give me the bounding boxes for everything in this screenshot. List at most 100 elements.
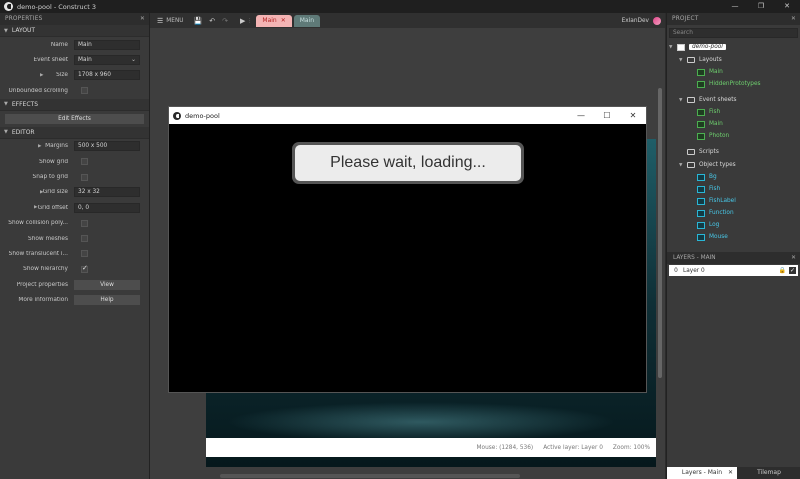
show-grid-checkbox[interactable] — [81, 158, 88, 166]
preview-minimize-button[interactable]: — — [568, 107, 594, 124]
prop-label: Size — [56, 72, 68, 79]
prop-project-properties: Project properties View — [0, 277, 149, 292]
menu-label[interactable]: MENU — [166, 18, 183, 24]
show-meshes-checkbox[interactable] — [81, 235, 88, 243]
vertical-scrollbar[interactable] — [658, 88, 662, 378]
prop-label: Show grid — [39, 158, 68, 165]
sprite-icon — [697, 185, 705, 193]
expand-triangle-icon[interactable]: ▶ — [40, 190, 43, 195]
project-tree: ▼ demo-pool ▼ Layouts Main HiddenPrototype… — [667, 41, 800, 245]
expand-triangle-icon[interactable]: ▶ — [40, 73, 43, 78]
project-search-input[interactable]: Search — [669, 28, 798, 38]
section-editor[interactable]: ▼ EDITOR — [0, 126, 149, 139]
layout-icon — [697, 80, 705, 88]
view-button[interactable]: View — [74, 279, 140, 290]
tree-item-event-sheet[interactable]: Photon — [697, 130, 729, 142]
folder-icon — [687, 149, 695, 155]
unbounded-checkbox[interactable] — [81, 87, 88, 95]
expand-triangle-icon[interactable]: ▶ — [34, 205, 37, 210]
name-field[interactable]: Main — [74, 39, 140, 50]
tab-tilemap[interactable]: Tilemap — [737, 467, 800, 479]
show-collision-checkbox[interactable] — [81, 219, 88, 227]
section-effects-label: EFFECTS — [11, 100, 39, 108]
loading-text: Please wait, loading... — [295, 145, 521, 181]
prop-label: Name — [50, 41, 68, 48]
zoom-status: Zoom: 100% — [612, 444, 650, 451]
user-account[interactable]: ExlanDev — [622, 13, 661, 28]
tree-item-label: Main — [709, 121, 723, 127]
prop-label: Unbounded scrolling — [8, 87, 68, 94]
tab-layers-main[interactable]: Layers - Main ✕ — [667, 467, 737, 479]
undo-icon[interactable]: ↶ — [209, 17, 215, 25]
edit-effects-button[interactable]: Edit Effects — [5, 113, 144, 124]
redo-icon[interactable]: ↷ — [222, 17, 228, 25]
hamburger-menu-icon[interactable]: ☰ — [157, 17, 163, 25]
preview-close-button[interactable]: ✕ — [620, 107, 646, 124]
folder-label: Scripts — [699, 149, 719, 155]
prop-label: Snap to grid — [32, 174, 68, 181]
layer-visible-checkbox[interactable]: ✓ — [789, 267, 796, 274]
tree-item-object[interactable]: Bg — [697, 171, 717, 183]
size-field[interactable]: 1708 x 960 — [74, 70, 140, 81]
close-panel-icon[interactable]: ✕ — [791, 255, 796, 261]
tree-item-layout[interactable]: Main — [697, 66, 723, 78]
close-button[interactable]: ✕ — [774, 0, 800, 13]
tree-item-object[interactable]: Mouse — [697, 231, 728, 243]
function-icon — [697, 209, 705, 217]
show-hierarchy-checkbox[interactable] — [81, 264, 88, 273]
folder-label: Event sheets — [699, 97, 737, 103]
preview-play-icon[interactable]: ▶ — [240, 17, 245, 25]
margins-field[interactable]: 500 x 500 — [74, 141, 140, 152]
expand-triangle-icon[interactable]: ▶ — [38, 144, 41, 149]
prop-show-translucent: Show translucent i... — [0, 246, 149, 261]
folder-icon — [687, 162, 695, 168]
tree-folder-object-types[interactable]: ▼ Object types — [679, 159, 736, 171]
tree-item-event-sheet[interactable]: Main — [697, 118, 723, 130]
prop-size: ▶ Size 1708 x 960 — [0, 68, 149, 83]
prop-label: Project properties — [16, 281, 68, 288]
help-button[interactable]: Help — [74, 295, 140, 306]
grid-offset-field[interactable]: 0, 0 — [74, 202, 140, 213]
tree-item-object[interactable]: FishLabel — [697, 195, 736, 207]
maximize-button[interactable]: ❐ — [748, 0, 774, 13]
preview-maximize-button[interactable]: ☐ — [594, 107, 620, 124]
tree-item-object[interactable]: Function — [697, 207, 734, 219]
folder-icon — [687, 97, 695, 103]
show-translucent-checkbox[interactable] — [81, 250, 88, 258]
close-tab-icon[interactable]: ✕ — [728, 467, 733, 479]
layer-row[interactable]: 0 Layer 0 🔒 ✓ — [669, 265, 798, 276]
prop-snap-grid: Snap to grid — [0, 169, 149, 184]
horizontal-scrollbar[interactable] — [220, 474, 520, 478]
tree-folder-layouts[interactable]: ▼ Layouts — [679, 54, 722, 66]
collapse-triangle-icon: ▼ — [669, 44, 673, 50]
preview-titlebar[interactable]: demo-pool — ☐ ✕ — [169, 107, 646, 124]
close-panel-icon[interactable]: ✕ — [140, 16, 145, 22]
grid-size-field[interactable]: 32 x 32 — [74, 187, 140, 198]
minimize-button[interactable]: — — [722, 0, 748, 13]
tree-folder-event-sheets[interactable]: ▼ Event sheets — [679, 94, 737, 106]
tree-item-label: Fish — [709, 186, 721, 192]
section-effects[interactable]: ▼ EFFECTS — [0, 98, 149, 111]
prop-more-info: More information Help — [0, 292, 149, 307]
tab-main-events[interactable]: Main — [293, 14, 321, 27]
close-panel-icon[interactable]: ✕ — [791, 16, 796, 22]
close-tab-icon[interactable]: ✕ — [281, 17, 286, 24]
tree-root[interactable]: ▼ demo-pool — [669, 41, 726, 53]
event-sheet-icon — [697, 132, 705, 140]
section-layout[interactable]: ▼ LAYOUT — [0, 25, 149, 37]
tab-main-layout[interactable]: Main ✕ — [256, 14, 292, 27]
tree-item-event-sheet[interactable]: Fish — [697, 106, 720, 118]
snap-grid-checkbox[interactable] — [81, 173, 88, 181]
layout-icon — [697, 68, 705, 76]
project-header: PROJECT ✕ — [667, 13, 800, 25]
prop-label: Margins — [45, 143, 68, 150]
event-sheet-select[interactable]: Main ⌄ — [74, 55, 140, 66]
lock-icon[interactable]: 🔒 — [779, 267, 786, 274]
folder-icon — [687, 57, 695, 63]
play-dropdown-icon[interactable]: ⋮ — [247, 18, 252, 24]
save-icon[interactable]: 💾 — [194, 17, 203, 25]
tree-item-layout[interactable]: HiddenPrototypes — [697, 78, 761, 90]
tree-folder-scripts[interactable]: Scripts — [687, 146, 719, 158]
tree-item-object[interactable]: Fish — [697, 183, 720, 195]
tree-item-object[interactable]: Log — [697, 219, 719, 231]
